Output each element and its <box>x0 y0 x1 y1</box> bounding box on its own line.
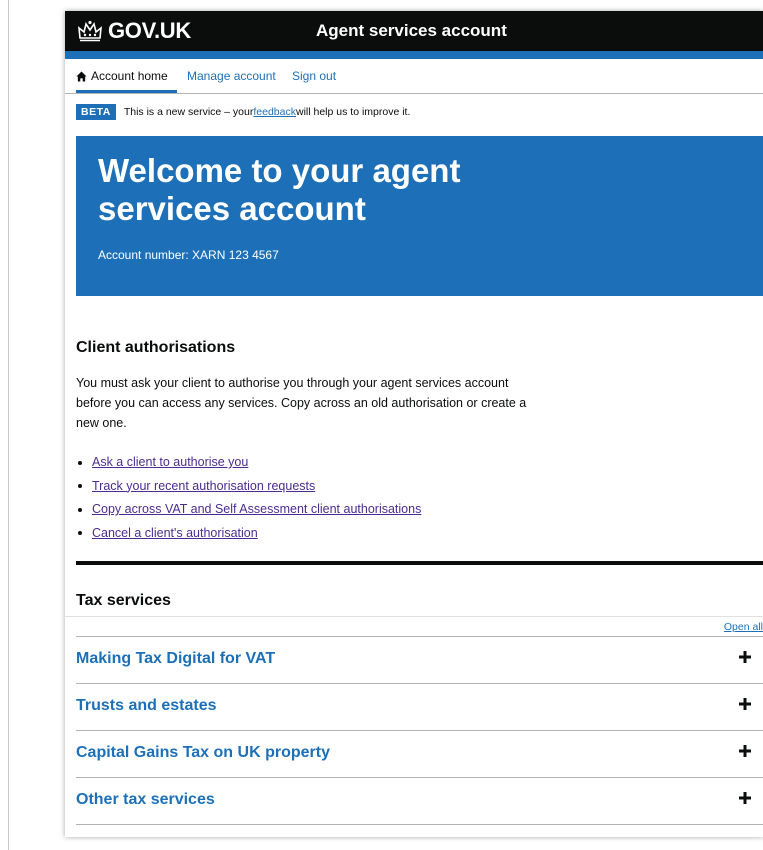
copy-across-link[interactable]: Copy across VAT and Self Assessment clie… <box>92 498 421 522</box>
bullet-icon <box>78 460 82 465</box>
accordion-item-mtd-vat[interactable]: Making Tax Digital for VAT <box>76 636 763 683</box>
client-authorisations-description: You must ask your client to authorise yo… <box>76 376 527 430</box>
nav-sign-out[interactable]: Sign out <box>292 69 336 83</box>
account-nav: Account home Manage account Sign out <box>65 59 763 94</box>
bullet-icon <box>78 531 82 536</box>
track-requests-link[interactable]: Track your recent authorisation requests <box>92 475 315 499</box>
beta-text-before: This is a new service – your <box>123 106 254 118</box>
beta-tag: BETA <box>76 104 116 120</box>
client-authorisations-heading: Client authorisations <box>76 339 236 356</box>
nav-account-home-label: Account home <box>91 69 168 83</box>
section-break <box>76 561 763 565</box>
open-all-button[interactable]: Open all <box>724 621 763 633</box>
logo-text: GOV.UK <box>108 18 191 43</box>
accordion-item-cgt-property[interactable]: Capital Gains Tax on UK property <box>76 730 763 777</box>
list-item: Ask a client to authorise you <box>76 451 421 475</box>
beta-banner: BETA This is a new service – your feedba… <box>76 104 410 120</box>
page-title: Welcome to your agent services account <box>98 152 461 227</box>
plus-icon <box>739 745 751 757</box>
feedback-link[interactable]: feedback <box>253 106 296 118</box>
plus-icon <box>739 651 751 663</box>
crown-icon <box>78 20 102 42</box>
bullet-icon <box>78 484 82 489</box>
govuk-header: GOV.UK Agent services account <box>65 11 763 51</box>
accordion-label: Capital Gains Tax on UK property <box>76 744 330 761</box>
list-item: Copy across VAT and Self Assessment clie… <box>76 498 421 522</box>
browser-viewport: GOV.UK Agent services account Account ho… <box>65 11 763 837</box>
account-number: Account number: XARN 123 4567 <box>98 248 279 262</box>
page-left-border <box>8 0 9 850</box>
list-item: Cancel a client's authorisation <box>76 522 421 546</box>
cancel-authorisation-link[interactable]: Cancel a client's authorisation <box>92 522 258 546</box>
beta-text-after: will help us to improve it. <box>296 106 411 118</box>
list-item: Track your recent authorisation requests <box>76 475 421 499</box>
tax-services-accordion: Making Tax Digital for VAT Trusts and es… <box>76 636 763 825</box>
accordion-item-other[interactable]: Other tax services <box>76 777 763 825</box>
accordion-label: Making Tax Digital for VAT <box>76 650 276 667</box>
bullet-icon <box>78 507 82 512</box>
accordion-item-trusts[interactable]: Trusts and estates <box>76 683 763 730</box>
home-icon <box>76 70 87 82</box>
accordion-label: Trusts and estates <box>76 697 217 714</box>
nav-active-indicator <box>76 90 177 93</box>
welcome-banner: Welcome to your agent services account A… <box>76 136 763 296</box>
header-blue-stripe <box>65 51 763 59</box>
govuk-logo[interactable]: GOV.UK <box>77 18 191 44</box>
service-name[interactable]: Agent services account <box>316 21 507 41</box>
ask-client-link[interactable]: Ask a client to authorise you <box>92 451 248 475</box>
plus-icon <box>739 792 751 804</box>
nav-manage-account[interactable]: Manage account <box>187 69 276 83</box>
accordion-label: Other tax services <box>76 791 215 808</box>
plus-icon <box>739 698 751 710</box>
tax-services-heading: Tax services <box>76 592 171 609</box>
client-authorisations-links: Ask a client to authorise you Track your… <box>76 451 421 545</box>
nav-account-home[interactable]: Account home <box>76 69 168 83</box>
light-divider <box>65 616 763 617</box>
